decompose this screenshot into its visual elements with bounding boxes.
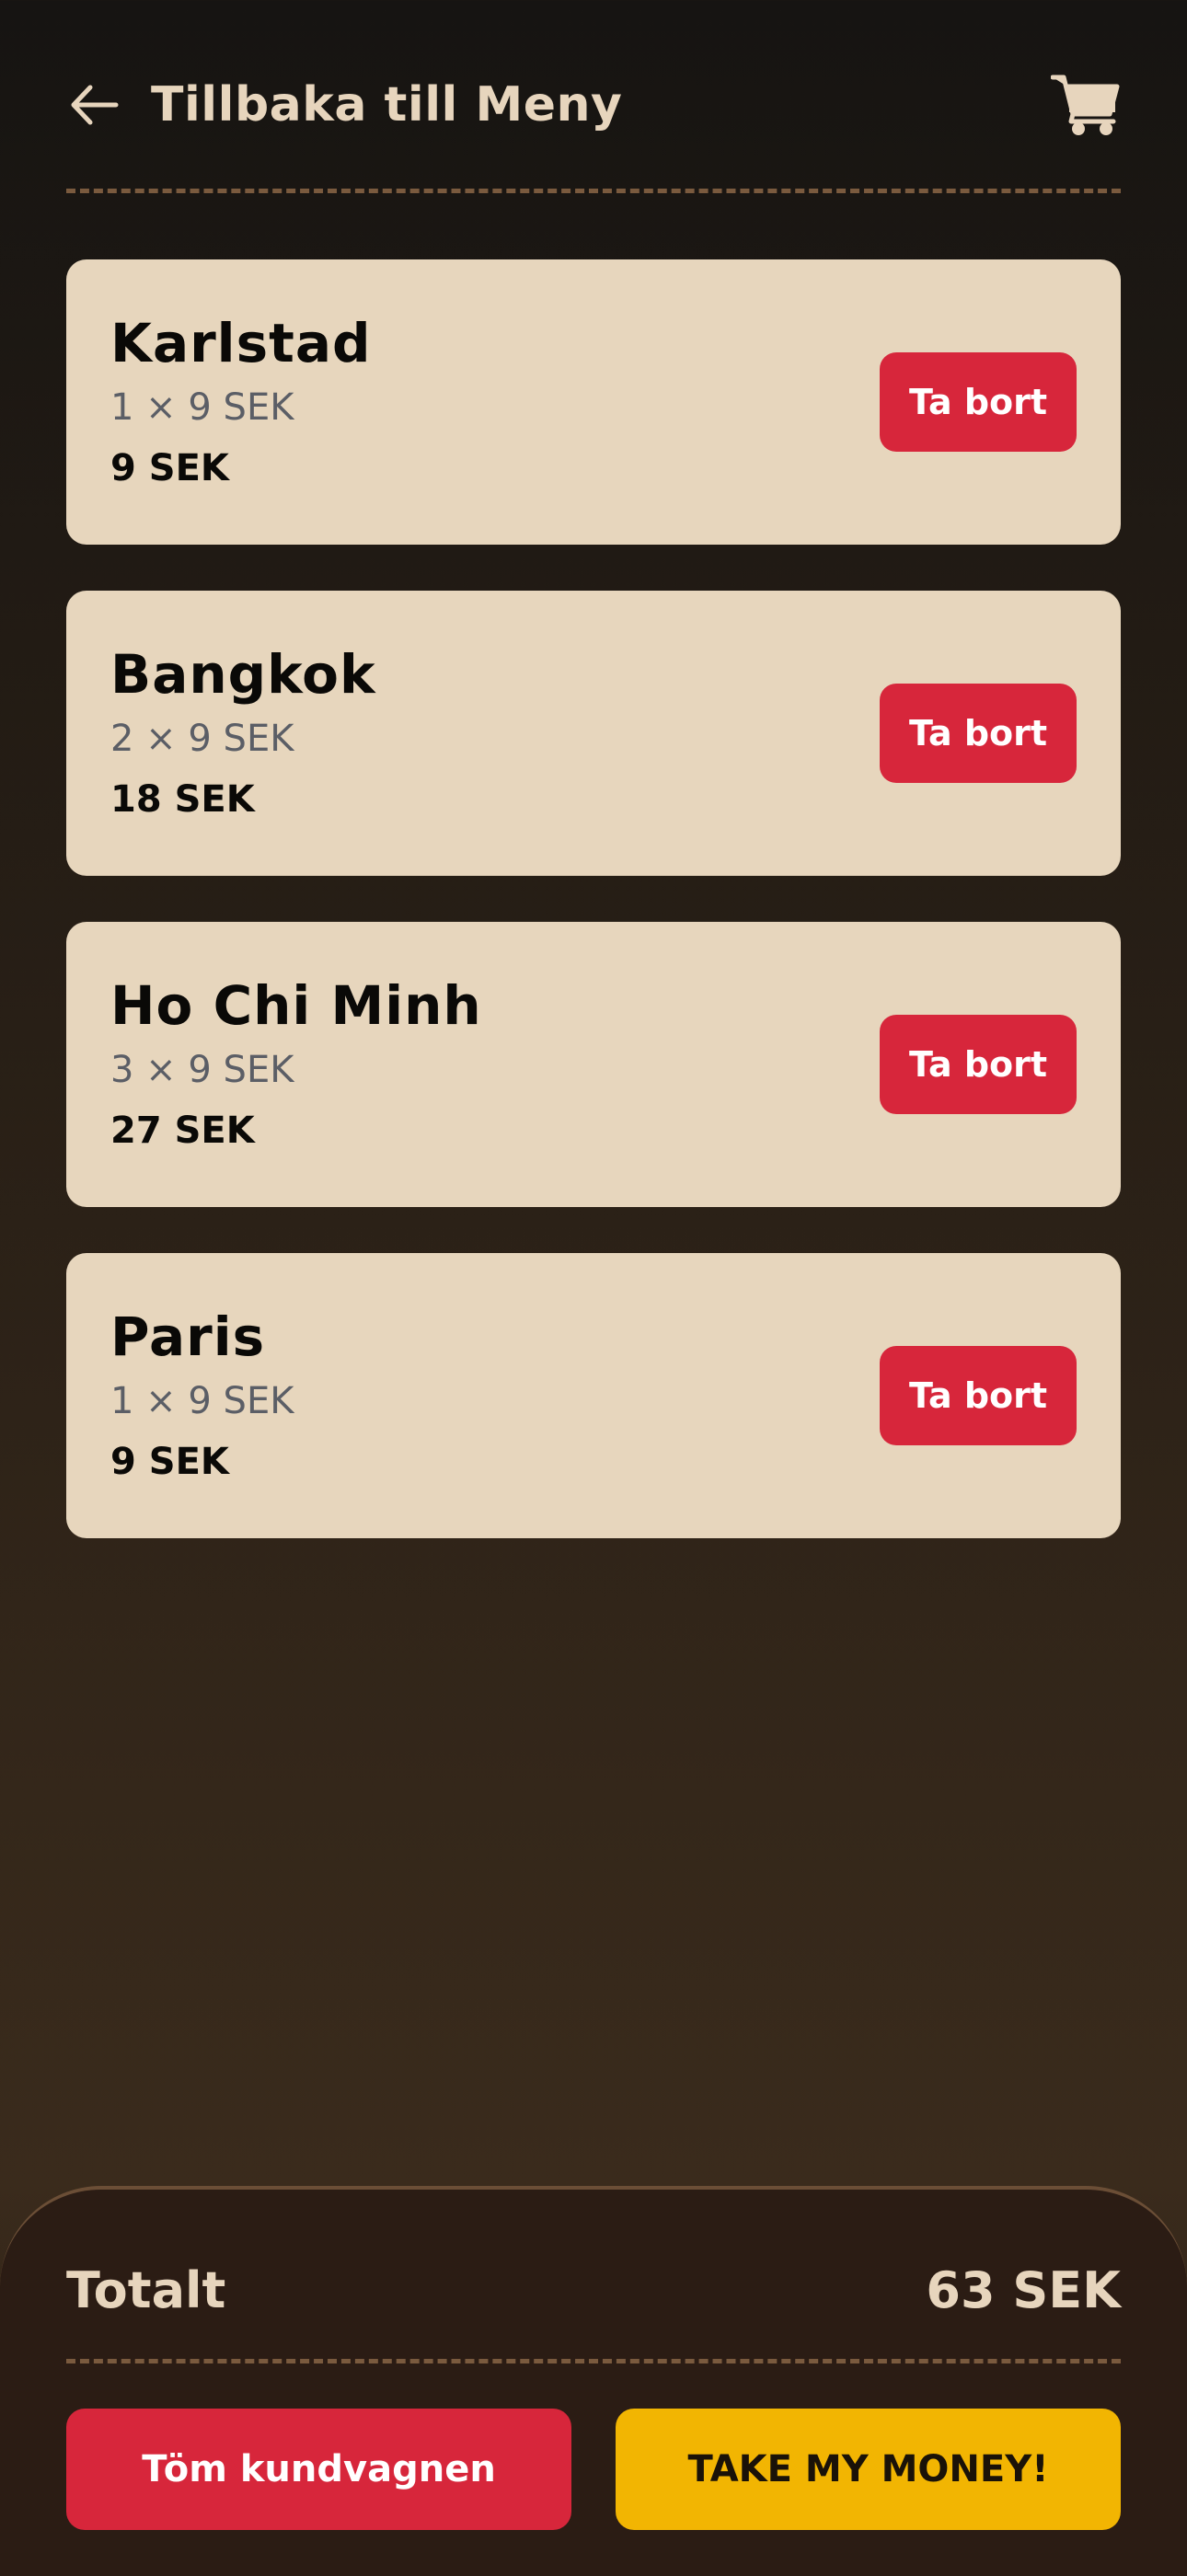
remove-item-button[interactable]: Ta bort bbox=[880, 1015, 1077, 1114]
order-total-row: Totalt 63 SEK bbox=[66, 2261, 1121, 2319]
cart-item-total: 9 SEK bbox=[110, 446, 229, 489]
top-bar: Tillbaka till Meny bbox=[66, 57, 1121, 153]
cart-item-info: Ho Chi Minh 3 × 9 SEK 27 SEK bbox=[110, 974, 482, 1152]
cart-item-quantity: 2 × 9 SEK bbox=[110, 717, 294, 760]
cart-item: Ho Chi Minh 3 × 9 SEK 27 SEK Ta bort bbox=[66, 922, 1121, 1207]
cart-item-name: Paris bbox=[110, 1305, 266, 1369]
total-value: 63 SEK bbox=[926, 2261, 1121, 2319]
cart-item-info: Paris 1 × 9 SEK 9 SEK bbox=[110, 1305, 294, 1483]
remove-item-button[interactable]: Ta bort bbox=[880, 352, 1077, 452]
header-divider bbox=[66, 189, 1121, 193]
checkout-button[interactable]: TAKE MY MONEY! bbox=[616, 2409, 1121, 2530]
total-label: Totalt bbox=[66, 2261, 226, 2319]
cart-item-total: 18 SEK bbox=[110, 777, 255, 821]
cart-item-name: Karlstad bbox=[110, 312, 372, 375]
cart-item-total: 9 SEK bbox=[110, 1440, 229, 1483]
cart-item-total: 27 SEK bbox=[110, 1109, 255, 1152]
remove-item-button[interactable]: Ta bort bbox=[880, 1346, 1077, 1445]
cart-item: Paris 1 × 9 SEK 9 SEK Ta bort bbox=[66, 1253, 1121, 1538]
cart-item: Bangkok 2 × 9 SEK 18 SEK Ta bort bbox=[66, 591, 1121, 876]
checkout-divider bbox=[66, 2359, 1121, 2363]
back-to-menu-link[interactable]: Tillbaka till Meny bbox=[66, 76, 622, 133]
shopping-cart-icon[interactable] bbox=[1051, 70, 1121, 140]
cart-item-name: Ho Chi Minh bbox=[110, 974, 482, 1038]
clear-cart-button[interactable]: Töm kundvagnen bbox=[66, 2409, 571, 2530]
cart-item-quantity: 1 × 9 SEK bbox=[110, 1379, 294, 1422]
cart-item-info: Bangkok 2 × 9 SEK 18 SEK bbox=[110, 643, 376, 821]
cart-item: Karlstad 1 × 9 SEK 9 SEK Ta bort bbox=[66, 259, 1121, 545]
cart-item-info: Karlstad 1 × 9 SEK 9 SEK bbox=[110, 312, 372, 489]
cart-item-quantity: 1 × 9 SEK bbox=[110, 385, 294, 429]
cart-item-quantity: 3 × 9 SEK bbox=[110, 1048, 294, 1091]
checkout-panel: Totalt 63 SEK Töm kundvagnen TAKE MY MON… bbox=[0, 2186, 1187, 2576]
arrow-left-icon bbox=[66, 76, 123, 133]
cart-item-name: Bangkok bbox=[110, 643, 376, 707]
checkout-actions: Töm kundvagnen TAKE MY MONEY! bbox=[66, 2409, 1121, 2530]
cart-item-list: Karlstad 1 × 9 SEK 9 SEK Ta bort Bangkok… bbox=[66, 259, 1121, 1538]
remove-item-button[interactable]: Ta bort bbox=[880, 684, 1077, 783]
back-link-label: Tillbaka till Meny bbox=[151, 77, 623, 132]
